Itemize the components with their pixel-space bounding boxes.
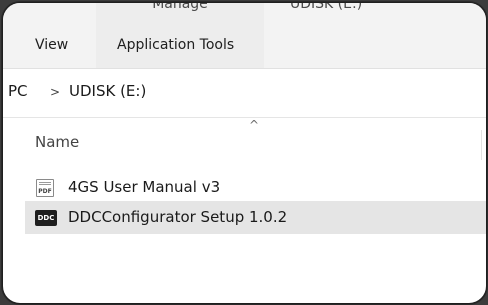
sort-ascending-icon: ^ xyxy=(249,118,260,132)
breadcrumb-pc[interactable]: PC xyxy=(8,82,28,100)
column-header-row: ^ Name xyxy=(3,118,486,163)
address-bar[interactable]: PC > UDISK (E:) xyxy=(3,69,486,118)
file-explorer-window: Manage UDISK (E:) View Application Tools… xyxy=(2,2,487,304)
pdf-file-icon: PDF xyxy=(36,179,54,197)
context-group-title: Manage xyxy=(152,2,208,12)
window-title-peek: UDISK (E:) xyxy=(290,2,363,12)
file-row[interactable]: PDF 4GS User Manual v3 xyxy=(25,171,486,204)
breadcrumb-udisk[interactable]: UDISK (E:) xyxy=(69,82,146,100)
tab-application-tools[interactable]: Application Tools xyxy=(117,25,234,69)
file-name: DDCConfigurator Setup 1.0.2 xyxy=(68,208,288,226)
breadcrumb-chevron-icon[interactable]: > xyxy=(50,82,60,102)
file-name: 4GS User Manual v3 xyxy=(68,178,221,196)
ddc-app-icon: DDC xyxy=(35,210,57,226)
tab-view[interactable]: View xyxy=(35,25,68,69)
ribbon: Manage UDISK (E:) View Application Tools xyxy=(3,3,486,69)
column-header-name[interactable]: Name xyxy=(35,133,79,151)
column-divider[interactable] xyxy=(481,130,482,160)
file-row-selected[interactable]: DDC DDCConfigurator Setup 1.0.2 xyxy=(25,201,486,234)
